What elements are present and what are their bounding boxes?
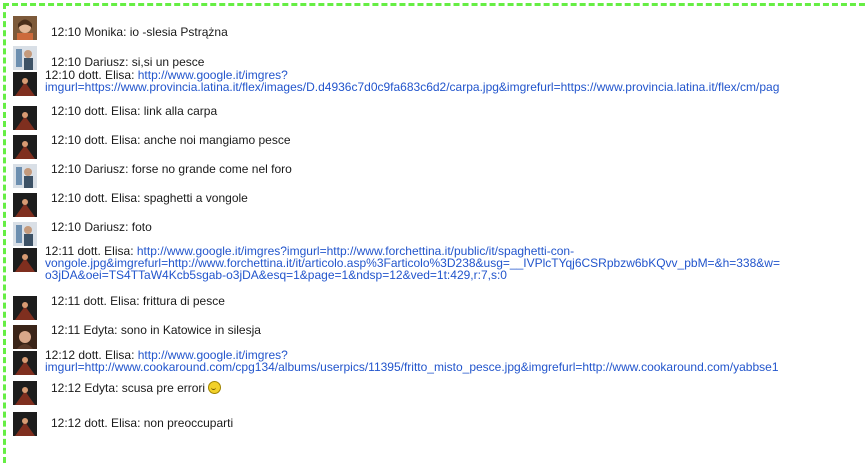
chat-message: 12:10 Dariusz: forse no grande come nel … <box>9 158 867 188</box>
chat-message: 12:12 dott. Elisa: non preoccuparti <box>9 410 867 439</box>
message-time: 12:11 <box>51 323 81 337</box>
message-text: frittura di pesce <box>142 294 225 308</box>
dariusz-avatar <box>13 46 37 70</box>
message-line: 12:10 Monika: io -slesia Pstrążna <box>51 25 228 39</box>
message-line: 12:10 Dariusz: forse no grande come nel … <box>51 162 292 176</box>
message-time: 12:11 <box>51 294 81 308</box>
elisa-avatar <box>13 296 37 320</box>
chat-message: 12:10 dott. Elisa: spaghetti a vongole <box>9 187 867 217</box>
message-text: forse no grande come nel foro <box>131 162 292 176</box>
message-sender: Dariusz <box>84 220 126 234</box>
message-text: foto <box>131 220 152 234</box>
message-sender: Dariusz <box>84 162 126 176</box>
message-line: 12:12 Edyta: scusa pre errori <box>51 381 222 395</box>
smiley-icon <box>208 381 222 394</box>
message-time: 12:10 <box>51 104 82 118</box>
message-text: io -slesia Pstrążna <box>129 25 228 39</box>
chat-message: 12:10 Dariusz: si,si un pesce <box>9 40 867 70</box>
elisa-avatar <box>13 106 37 130</box>
elisa-avatar <box>13 412 37 436</box>
chat-message: 12:10 Monika: io -slesia Pstrążna <box>9 10 867 40</box>
message-line: 12:10 Dariusz: foto <box>51 220 152 234</box>
chat-message: 12:12 Edyta: scusa pre errori <box>9 381 867 410</box>
message-text: anche noi mangiamo pesce <box>143 133 291 147</box>
message-line: 12:11 Edyta: sono in Katowice in silesja <box>51 323 261 337</box>
message-link[interactable]: o3jDA&oei=TS4TTaW4Kcb5sgab-o3jDA&esq=1&p… <box>45 268 507 282</box>
message-line: 12:10 dott. Elisa: link alla carpa <box>51 104 218 118</box>
message-text: spaghetti a vongole <box>143 191 248 205</box>
message-text: si,si un pesce <box>131 55 205 69</box>
message-line: 12:12 dott. Elisa: non preoccuparti <box>51 416 234 430</box>
message-text: non preoccuparti <box>143 416 234 430</box>
message-line: 12:11 dott. Elisa: frittura di pesce <box>51 294 225 308</box>
chat-message: 12:10 Dariusz: foto <box>9 216 867 246</box>
chat-message: 12:10 dott. Elisa: link alla carpa <box>9 100 867 130</box>
message-time: 12:12 <box>51 381 82 395</box>
message-sender: dott. Elisa <box>84 104 138 118</box>
message-link[interactable]: imgurl=http://www.cookaround.com/cpg134/… <box>45 360 779 374</box>
chat-message: 12:11 dott. Elisa: http://www.google.it/… <box>9 245 867 290</box>
message-sender: Edyta <box>84 381 116 395</box>
chat-message: 12:11 Edyta: sono in Katowice in silesja <box>9 319 867 349</box>
chat-message: 12:10 dott. Elisa: anche noi mangiamo pe… <box>9 129 867 159</box>
message-time: 12:10 <box>51 133 82 147</box>
message-sender: dott. Elisa <box>84 133 138 147</box>
message-sender: Dariusz <box>84 55 126 69</box>
dariusz-avatar <box>13 164 37 188</box>
message-time: 12:10 <box>51 55 82 69</box>
elisa-avatar <box>13 248 37 272</box>
message-sender: dott. Elisa <box>84 416 138 430</box>
message-line: 12:11 dott. Elisa: http://www.google.it/… <box>45 244 780 282</box>
message-text: sono in Katowice in silesja <box>120 323 261 337</box>
message-time: 12:10 <box>51 220 82 234</box>
chat-message: 12:12 dott. Elisa: http://www.google.it/… <box>9 348 867 381</box>
elisa-avatar <box>13 381 37 405</box>
message-line: 12:10 dott. Elisa: spaghetti a vongole <box>51 191 248 205</box>
dariusz-avatar <box>13 222 37 246</box>
message-line: 12:10 dott. Elisa: http://www.google.it/… <box>45 68 780 94</box>
message-time: 12:12 <box>51 416 82 430</box>
message-line: 12:10 Dariusz: si,si un pesce <box>51 55 205 69</box>
chat-log: 12:10 Monika: io -slesia Pstrążna 12:10 … <box>9 10 867 439</box>
message-text: scusa pre errori <box>121 381 206 395</box>
chat-message: 12:10 dott. Elisa: http://www.google.it/… <box>9 69 867 100</box>
message-sender: dott. Elisa <box>84 191 138 205</box>
chat-message: 12:11 dott. Elisa: frittura di pesce <box>9 290 867 320</box>
elisa-avatar <box>13 72 37 96</box>
message-time: 12:10 <box>51 25 82 39</box>
message-sender: Monika <box>84 25 124 39</box>
elisa-avatar <box>13 135 37 159</box>
message-sender: Edyta <box>83 323 115 337</box>
edyta-avatar <box>13 325 37 349</box>
message-time: 12:10 <box>51 191 82 205</box>
message-link[interactable]: imgurl=https://www.provincia.latina.it/f… <box>45 80 779 94</box>
message-sender: dott. Elisa <box>83 294 137 308</box>
elisa-avatar <box>13 193 37 217</box>
message-time: 12:10 <box>51 162 82 176</box>
message-line: 12:12 dott. Elisa: http://www.google.it/… <box>45 348 779 374</box>
message-text: link alla carpa <box>143 104 218 118</box>
monika-avatar <box>13 16 37 40</box>
message-line: 12:10 dott. Elisa: anche noi mangiamo pe… <box>51 133 291 147</box>
elisa-avatar <box>13 351 37 375</box>
